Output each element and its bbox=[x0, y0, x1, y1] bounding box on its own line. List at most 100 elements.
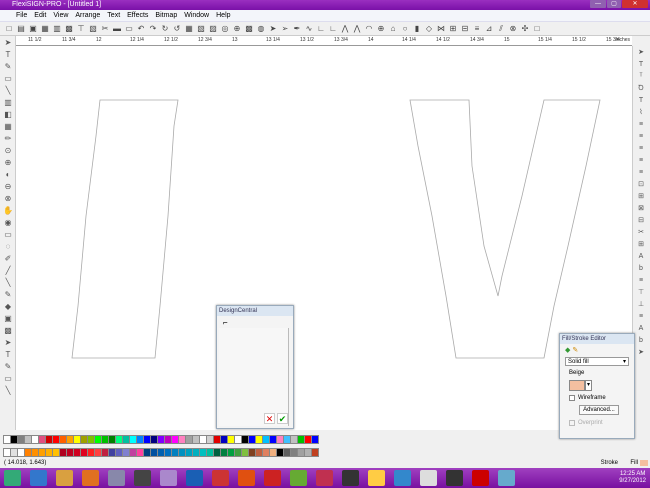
palette-swatch[interactable] bbox=[3, 448, 11, 457]
palette-swatch[interactable] bbox=[24, 435, 32, 444]
start-icon[interactable] bbox=[4, 470, 21, 486]
menu-arrange[interactable]: Arrange bbox=[75, 12, 100, 19]
app5-icon[interactable] bbox=[498, 470, 515, 486]
palette-swatch[interactable] bbox=[248, 435, 256, 444]
close-button[interactable]: ✕ bbox=[622, 0, 648, 8]
layout-icon[interactable]: ▦ bbox=[184, 24, 194, 34]
palette-swatch[interactable] bbox=[297, 435, 305, 444]
palette-swatch[interactable] bbox=[143, 435, 151, 444]
toolbox-tool[interactable]: ◐ bbox=[2, 169, 14, 180]
palette-swatch[interactable] bbox=[38, 448, 46, 457]
text-tool[interactable]: ⊞ bbox=[635, 191, 647, 202]
menu-edit[interactable]: Edit bbox=[34, 12, 46, 19]
network-icon[interactable] bbox=[394, 470, 411, 486]
maximize-button[interactable]: ▢ bbox=[607, 0, 621, 8]
ellipse-icon[interactable]: ▮ bbox=[412, 24, 422, 34]
toolbox-tool[interactable]: ✋ bbox=[2, 205, 14, 216]
toolbox-tool[interactable]: ✎ bbox=[2, 289, 14, 300]
app2-icon[interactable] bbox=[264, 470, 281, 486]
text-tool[interactable]: T bbox=[635, 59, 647, 70]
palette-swatch[interactable] bbox=[311, 435, 319, 444]
toolbox-tool[interactable]: ▭ bbox=[2, 373, 14, 384]
join-icon[interactable]: ≡ bbox=[472, 24, 482, 34]
palette-swatch[interactable] bbox=[101, 448, 109, 457]
illustrator-icon[interactable] bbox=[238, 470, 255, 486]
corner-icon[interactable]: ∟ bbox=[328, 24, 338, 34]
fill-type-select[interactable]: Solid fill ▾ bbox=[565, 357, 629, 366]
flexisign-icon[interactable] bbox=[160, 470, 177, 486]
palette-swatch[interactable] bbox=[80, 448, 88, 457]
palette-swatch[interactable] bbox=[73, 435, 81, 444]
import-icon[interactable]: ▦ bbox=[40, 24, 50, 34]
print-icon[interactable]: ▩ bbox=[64, 24, 74, 34]
text-tool[interactable]: ⊟ bbox=[635, 215, 647, 226]
menu-help[interactable]: Help bbox=[216, 12, 230, 19]
palette-swatch[interactable] bbox=[150, 435, 158, 444]
palette-swatch[interactable] bbox=[122, 435, 130, 444]
palette-swatch[interactable] bbox=[234, 435, 242, 444]
toolbox-tool[interactable]: ▭ bbox=[2, 229, 14, 240]
letter-i-outline[interactable] bbox=[71, 99, 179, 359]
text-tool[interactable]: ✂ bbox=[635, 227, 647, 238]
toolbox-tool[interactable]: T bbox=[2, 49, 14, 60]
toolbox-tool[interactable]: ✐ bbox=[2, 253, 14, 264]
app3-icon[interactable] bbox=[316, 470, 333, 486]
toolbox-tool[interactable]: ╲ bbox=[2, 85, 14, 96]
text-tool[interactable]: A bbox=[635, 251, 647, 262]
palette-swatch[interactable] bbox=[297, 448, 305, 457]
stroke-tab-icon[interactable]: ✎ bbox=[572, 347, 578, 354]
palette-swatch[interactable] bbox=[276, 435, 284, 444]
toolbox-tool[interactable]: ⊙ bbox=[2, 145, 14, 156]
palette-swatch[interactable] bbox=[206, 435, 214, 444]
calculator-icon[interactable] bbox=[446, 470, 463, 486]
color-swatch[interactable] bbox=[569, 380, 585, 391]
menu-effects[interactable]: Effects bbox=[127, 12, 148, 19]
bridge-icon[interactable] bbox=[212, 470, 229, 486]
palette-swatch[interactable] bbox=[192, 435, 200, 444]
palette-swatch[interactable] bbox=[290, 435, 298, 444]
palette-swatch[interactable] bbox=[87, 435, 95, 444]
palette-swatch[interactable] bbox=[171, 435, 179, 444]
palette-swatch[interactable] bbox=[129, 448, 137, 457]
text-tool[interactable]: ≡ bbox=[635, 311, 647, 322]
palette-swatch[interactable] bbox=[45, 435, 53, 444]
palette-swatch[interactable] bbox=[136, 448, 144, 457]
align-icon[interactable]: ⊿ bbox=[484, 24, 494, 34]
circle-icon[interactable]: ⌂ bbox=[388, 24, 398, 34]
palette-swatch[interactable] bbox=[283, 448, 291, 457]
solitaire-icon[interactable] bbox=[420, 470, 437, 486]
palette-swatch[interactable] bbox=[213, 435, 221, 444]
toolbox-tool[interactable]: ⊗ bbox=[2, 193, 14, 204]
redo-icon[interactable]: ↷ bbox=[148, 24, 158, 34]
palette-swatch[interactable] bbox=[234, 448, 242, 457]
palette-swatch[interactable] bbox=[94, 435, 102, 444]
palette-swatch[interactable] bbox=[24, 448, 32, 457]
rect-icon[interactable]: ◇ bbox=[424, 24, 434, 34]
palette-swatch[interactable] bbox=[220, 435, 228, 444]
menu-file[interactable]: File bbox=[16, 12, 27, 19]
text-tool[interactable]: b bbox=[635, 335, 647, 346]
toolbox-tool[interactable]: ◆ bbox=[2, 301, 14, 312]
node-select-icon[interactable]: ➢ bbox=[280, 24, 290, 34]
menu-window[interactable]: Window bbox=[184, 12, 209, 19]
palette-swatch[interactable] bbox=[178, 448, 186, 457]
palette-swatch[interactable] bbox=[101, 435, 109, 444]
corel-icon[interactable] bbox=[290, 470, 307, 486]
palette-swatch[interactable] bbox=[241, 435, 249, 444]
palette-swatch[interactable] bbox=[255, 448, 263, 457]
zoom-icon[interactable]: ⊕ bbox=[232, 24, 242, 34]
toolbox-tool[interactable]: ╲ bbox=[2, 385, 14, 396]
contour-icon[interactable]: ✣ bbox=[520, 24, 530, 34]
toolbox-tool[interactable]: ➤ bbox=[2, 37, 14, 48]
palette-swatch[interactable] bbox=[255, 435, 263, 444]
palette-swatch[interactable] bbox=[262, 448, 270, 457]
palette-swatch[interactable] bbox=[143, 448, 151, 457]
toolbox-tool[interactable]: ▩ bbox=[2, 325, 14, 336]
paste-icon[interactable]: ▭ bbox=[124, 24, 134, 34]
ok-button[interactable]: ✔ bbox=[277, 413, 288, 424]
toolbox-tool[interactable]: ▦ bbox=[2, 121, 14, 132]
line-icon[interactable]: ∟ bbox=[316, 24, 326, 34]
toolbox-tool[interactable]: ╱ bbox=[2, 265, 14, 276]
internet-explorer-icon[interactable] bbox=[30, 470, 47, 486]
text-tool[interactable]: ≡ bbox=[635, 119, 647, 130]
